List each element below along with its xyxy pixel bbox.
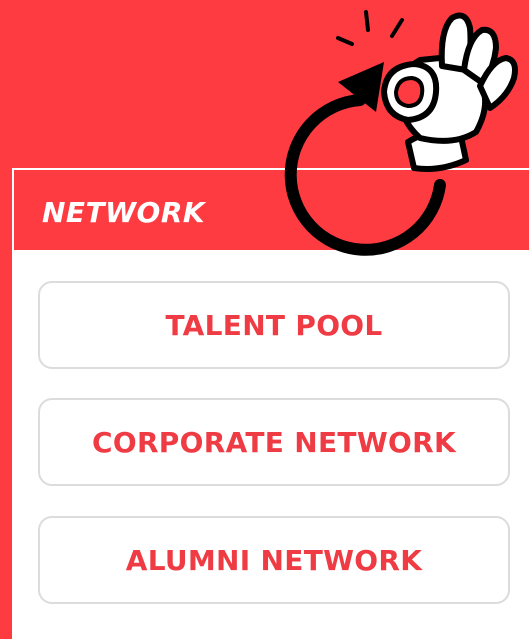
ok-hand-icon <box>381 12 518 172</box>
corporate-network-button[interactable]: CORPORATE NETWORK <box>38 398 510 486</box>
ok-hand-graphic <box>284 10 518 256</box>
sparkle-icon <box>336 10 404 46</box>
panel-title: NETWORK <box>42 196 206 229</box>
talent-pool-button[interactable]: TALENT POOL <box>38 281 510 369</box>
alumni-network-button[interactable]: ALUMNI NETWORK <box>38 516 510 604</box>
